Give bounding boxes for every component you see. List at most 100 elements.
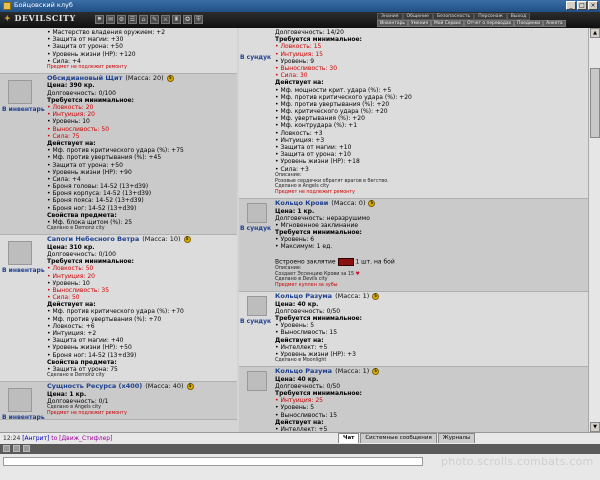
item-stat: Интуиция: 25 <box>275 397 586 404</box>
item-image[interactable] <box>247 295 267 316</box>
item-stat: Защита от магии: +40 <box>47 337 235 344</box>
subnav-item[interactable]: Мой Сервис <box>431 20 465 27</box>
scroll-down-button[interactable]: ▼ <box>590 422 600 432</box>
toolbar-icon[interactable]: ✉ <box>106 15 115 24</box>
section-heading: Требуется минимальное: <box>275 315 362 323</box>
game-logo[interactable]: ✦ DEVILSCITY <box>4 13 76 24</box>
item-stat: Долговечность: 0/100 <box>47 250 116 258</box>
toolbar-icon[interactable]: ♜ <box>172 15 181 24</box>
minimize-button[interactable]: _ <box>566 1 576 10</box>
item-price: Цена: 390 кр. <box>47 82 95 90</box>
item-stat: Мгновенное заклинание <box>275 222 586 229</box>
item-image[interactable] <box>247 202 267 223</box>
item-card: Кольцо Разума (Масса: 1) $ Цена: 40 кр. Долг… <box>239 366 588 432</box>
close-button[interactable]: × <box>588 1 598 10</box>
item-card: В сундук Долговечность: 14/20 Требуется ми… <box>239 28 588 199</box>
subnav-item[interactable]: Анкета <box>543 20 566 27</box>
item-image[interactable] <box>8 79 32 104</box>
shop-content: Мастерство владения оружием: +2 Защита от… <box>0 28 588 432</box>
toolbar-icon[interactable]: ✪ <box>183 15 192 24</box>
scroll-thumb[interactable] <box>590 68 600 138</box>
item-stat: Долговечность: 0/100 <box>47 89 116 97</box>
maximize-button[interactable]: □ <box>577 1 587 10</box>
subnav-item[interactable]: Умения <box>407 20 431 27</box>
window-titlebar: Бойцовский клуб _ □ × <box>0 0 600 12</box>
section-heading: Требуется минимальное: <box>47 96 134 104</box>
item-card: Мастерство владения оружием: +2 Защита от… <box>0 28 237 74</box>
item-name[interactable]: Кольцо Крови <box>275 199 328 208</box>
item-name[interactable]: Обсидиановый Щит <box>47 74 122 83</box>
item-stat: Ловкость: +6 <box>47 323 235 330</box>
item-stat: Сила: +3 <box>275 166 586 173</box>
item-name[interactable]: Кольцо Разума <box>275 367 332 376</box>
item-stat: Выносливость: 15 <box>275 329 586 336</box>
to-chest-link[interactable]: В сундук <box>240 225 271 232</box>
chat-tab[interactable]: Чат <box>338 433 360 443</box>
to-inventory-link[interactable]: В инвентарь <box>2 414 45 421</box>
item-stat: Защита от урона: +50 <box>47 43 235 50</box>
item-stat <box>275 251 586 258</box>
heart-icon: ♥ <box>354 271 360 277</box>
chat-input[interactable] <box>3 457 423 466</box>
item-stat: Сила: 50 <box>47 294 235 301</box>
to-chest-link[interactable]: В сундук <box>240 318 271 325</box>
chat-settings-icon[interactable] <box>3 445 10 452</box>
gold-coin-icon: $ <box>186 383 194 391</box>
item-name[interactable]: Сапоги Небесного Ветра <box>47 235 139 244</box>
toolbar-icon[interactable]: ⚙ <box>117 15 126 24</box>
item-stat: Сделано в Demonz city <box>47 226 105 232</box>
item-details: Мастерство владения оружием: +2 Защита от… <box>45 28 237 73</box>
to-chest-link[interactable]: В сундук <box>240 54 271 61</box>
chat-tab[interactable]: Журналы <box>437 433 476 443</box>
item-image[interactable] <box>247 370 267 391</box>
section-heading: Свойства предмета: <box>47 358 117 366</box>
item-title-row: Кольцо Крови (Масса: 0) $ <box>275 199 586 208</box>
item-side: В инвентарь <box>0 235 45 381</box>
toolbar-icon[interactable]: ☰ <box>128 15 137 24</box>
item-image[interactable] <box>8 240 32 265</box>
item-name[interactable]: Кольцо Разума <box>275 292 332 301</box>
to-inventory-link[interactable]: В инвентарь <box>2 267 45 274</box>
item-stat: Защита от урона: +50 <box>47 162 235 169</box>
item-image[interactable] <box>8 387 32 412</box>
nav-item[interactable]: Выход <box>506 13 531 20</box>
item-name[interactable]: Сущность Ресурса (х400) <box>47 382 142 391</box>
spell-icon <box>337 257 354 266</box>
nav-item[interactable]: Персонаж <box>474 13 507 20</box>
toolbar-icon[interactable]: ⛨ <box>194 15 203 24</box>
item-title-row: Кольцо Разума (Масса: 1) $ <box>275 367 586 376</box>
chat-filter-icon[interactable] <box>13 445 20 452</box>
chat-nick[interactable]: [Ангрит] <box>22 435 49 442</box>
item-stat: Уровень: 6 <box>275 236 586 243</box>
to-inventory-link[interactable]: В инвентарь <box>2 106 45 113</box>
chat-tab[interactable]: Системные сообщения <box>360 433 437 443</box>
toolbar-icon[interactable]: ⌂ <box>139 15 148 24</box>
nav-item[interactable]: Общение <box>402 13 433 20</box>
item-stat: Мф. контрудара (%): +1 <box>275 122 586 129</box>
chat-smile-icon[interactable] <box>23 445 30 452</box>
subnav-item[interactable]: Поединки <box>514 20 544 27</box>
scroll-up-button[interactable]: ▲ <box>590 28 600 38</box>
item-mass: (Масса: 1) <box>335 291 370 300</box>
item-stat: Защита от магии: +10 <box>275 144 586 151</box>
subnav-item[interactable]: Отчет о переводах <box>464 20 515 27</box>
game-window: Бойцовский клуб _ □ × ✦ DEVILSCITY ⚑ ✉ ⚙ ☰ ⌂… <box>0 0 600 480</box>
item-details: Сущность Ресурса (х400) (Масса: 40) $ Цена:… <box>45 382 237 419</box>
nav-item[interactable]: Знания <box>377 13 403 20</box>
section-heading: Требуется минимальное: <box>275 229 362 237</box>
toolbar-icon[interactable]: ⚑ <box>95 15 104 24</box>
item-price: Цена: 1 кр. <box>47 390 87 398</box>
logo-star-icon: ✦ <box>4 13 15 23</box>
vertical-scrollbar[interactable]: ▲ ▼ <box>588 28 600 432</box>
toolbar-icon[interactable]: ✎ <box>150 15 159 24</box>
item-price: Цена: 310 кр. <box>47 243 95 251</box>
item-stat: Броня ног: 14-52 (13+d39) <box>47 352 235 359</box>
subnav-item[interactable]: Инвентарь <box>377 20 408 27</box>
item-stat: Мастерство владения оружием: +2 <box>47 29 235 36</box>
toolbar-icon[interactable]: ⚔ <box>161 15 170 24</box>
nav-item[interactable]: Безопасность <box>432 13 475 20</box>
item-stat: Уровень: 10 <box>47 118 235 125</box>
chat-text: to [Движ_Стифлер] <box>51 435 113 442</box>
section-heading: Действует на: <box>275 418 324 426</box>
item-stat: Мф. против увертывания (%): +70 <box>47 316 235 323</box>
